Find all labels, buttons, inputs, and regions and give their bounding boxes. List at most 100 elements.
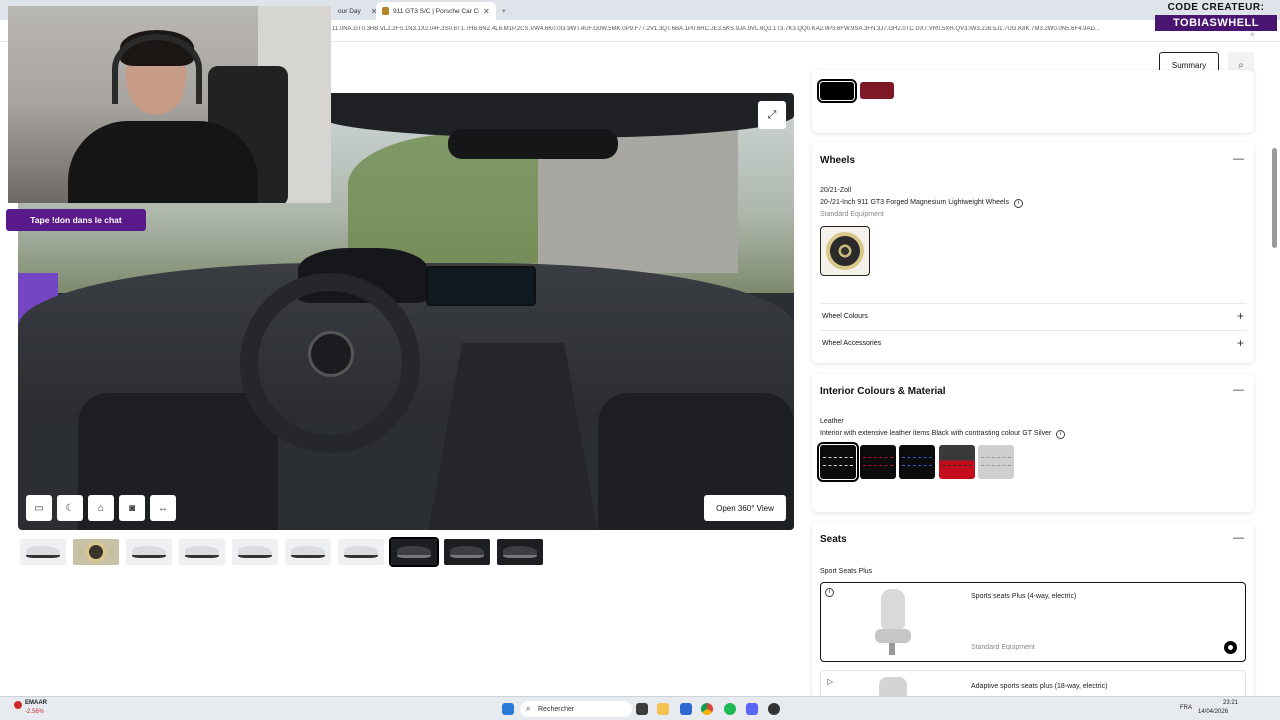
thumbnail[interactable] bbox=[179, 539, 225, 565]
seats-card: Seats — Sport Seats Plus i Sports seats … bbox=[812, 522, 1254, 710]
task-view-icon[interactable] bbox=[636, 703, 648, 715]
selected-radio-icon[interactable] bbox=[1224, 641, 1237, 654]
interior-swatch-grey[interactable] bbox=[978, 445, 1014, 479]
thumbnail[interactable] bbox=[126, 539, 172, 565]
colour-swatch[interactable] bbox=[817, 79, 857, 103]
plus-icon[interactable]: + bbox=[1237, 336, 1244, 350]
info-icon[interactable]: i bbox=[1013, 199, 1023, 208]
play-icon[interactable]: ▷ bbox=[827, 677, 833, 686]
discord-icon[interactable] bbox=[746, 703, 758, 715]
creator-code-overlay: CODE CREATEUR: TOBIASWHELL bbox=[1155, 2, 1277, 36]
wheels-card: Wheels — 20/21-Zoll 20-/21-Inch 911 GT3 … bbox=[812, 143, 1254, 363]
mail-icon[interactable] bbox=[680, 703, 692, 715]
expand-button[interactable]: ⤢ bbox=[758, 101, 786, 129]
section-title: Interior Colours & Material bbox=[820, 386, 946, 397]
wheel-option[interactable] bbox=[820, 226, 870, 276]
creator-code-label: CODE CREATEUR: bbox=[1167, 2, 1265, 13]
interior-swatch-red-black[interactable] bbox=[938, 445, 975, 479]
clock-time[interactable]: 23:21 bbox=[1212, 700, 1238, 706]
stitch-line bbox=[823, 465, 853, 466]
car-image bbox=[344, 546, 378, 558]
clock-date[interactable]: 14/04/2026 bbox=[1198, 709, 1228, 715]
tab-porsche-configurator[interactable]: 911 GT3 S/C | Porsche Car Conf ✕ bbox=[376, 2, 496, 20]
camera-icon: ◙ bbox=[128, 502, 136, 514]
file-explorer-icon[interactable] bbox=[657, 703, 669, 715]
language-indicator[interactable]: FRA bbox=[1180, 705, 1192, 711]
car-image bbox=[238, 546, 272, 558]
windows-start-icon[interactable] bbox=[502, 703, 514, 715]
stitch-line bbox=[981, 457, 1011, 458]
stitch-line bbox=[981, 465, 1011, 466]
thumbnail[interactable] bbox=[338, 539, 384, 565]
info-icon[interactable]: i bbox=[825, 588, 834, 597]
chat-command-badge: Tape !don dans le chat bbox=[6, 209, 146, 231]
search-placeholder: Rechercher bbox=[538, 705, 575, 713]
landscape-button[interactable]: ▭ bbox=[26, 495, 52, 521]
stitch-line bbox=[862, 465, 893, 466]
stitch-line bbox=[902, 457, 932, 458]
thumbnail[interactable] bbox=[497, 539, 543, 565]
interior-image bbox=[450, 546, 484, 558]
interior-swatch-black-blue[interactable] bbox=[899, 445, 935, 479]
wheel-size-label: 20/21-Zoll bbox=[820, 187, 852, 194]
wheel-accessories-row[interactable]: Wheel Accessories + bbox=[820, 330, 1246, 356]
thumbnail[interactable] bbox=[73, 539, 119, 565]
interior-swatch-black-red[interactable] bbox=[859, 445, 896, 479]
minus-icon[interactable]: — bbox=[1233, 384, 1244, 396]
plus-icon[interactable]: + bbox=[1237, 309, 1244, 323]
info-icon[interactable]: i bbox=[1056, 430, 1066, 439]
rearview-mirror bbox=[448, 129, 618, 159]
colour-swatch[interactable] bbox=[860, 82, 894, 99]
interior-image bbox=[397, 546, 431, 558]
search-icon: ⌕ bbox=[1238, 59, 1244, 71]
section-title: Seats bbox=[820, 534, 847, 545]
windows-taskbar: EMAAR -2.56% ⌕ Rechercher FRA 23:21 14/0… bbox=[0, 696, 1280, 720]
tab-label: our Day bbox=[338, 7, 361, 15]
thumbnail[interactable] bbox=[285, 539, 331, 565]
seat-image bbox=[871, 589, 915, 657]
headset bbox=[112, 34, 202, 104]
minus-icon[interactable]: — bbox=[1233, 532, 1244, 544]
stock-change: -2.56% bbox=[25, 709, 45, 715]
obs-icon[interactable] bbox=[768, 703, 780, 715]
infotainment-screen bbox=[426, 266, 536, 306]
open-360-view-button[interactable]: Open 360° View bbox=[704, 495, 786, 521]
material-label: Leather bbox=[820, 418, 844, 425]
exterior-colour-card bbox=[812, 70, 1254, 133]
seat-name: Adaptive sports seats plus (18-way, elec… bbox=[971, 683, 1108, 690]
steering-wheel-hub bbox=[308, 331, 354, 377]
wheel-colours-row[interactable]: Wheel Colours + bbox=[820, 303, 1246, 329]
stock-name[interactable]: EMAAR bbox=[25, 700, 47, 706]
stitch-line bbox=[823, 457, 853, 458]
night-mode-icon: ☾ bbox=[65, 502, 75, 514]
close-icon[interactable]: ✕ bbox=[483, 7, 490, 16]
night-mode-button[interactable]: ☾ bbox=[57, 495, 83, 521]
car-image bbox=[132, 546, 166, 558]
spotify-icon[interactable] bbox=[724, 703, 736, 715]
thumbnail[interactable] bbox=[232, 539, 278, 565]
thumbnail[interactable] bbox=[20, 539, 66, 565]
section-title: Wheels bbox=[820, 155, 856, 166]
thumbnail-selected[interactable] bbox=[389, 537, 439, 567]
car-image bbox=[291, 546, 325, 558]
porsche-favicon-icon bbox=[382, 7, 389, 15]
stitch-line bbox=[941, 457, 972, 458]
url-text[interactable]: 11.0NA.GT0.3HB.VL2.2FS.1N3.1X2.04F.3S0.8… bbox=[332, 26, 1162, 32]
row-label: Wheel Accessories bbox=[822, 340, 882, 347]
car-view-button[interactable]: ⌂ bbox=[88, 495, 114, 521]
car-image bbox=[185, 546, 219, 558]
camera-button[interactable]: ◙ bbox=[119, 495, 145, 521]
thumbnail[interactable] bbox=[444, 539, 490, 565]
interior-swatch-black-silver[interactable] bbox=[817, 442, 859, 482]
width-toggle-button[interactable]: ↔ bbox=[150, 495, 176, 521]
new-tab-button[interactable]: + bbox=[496, 2, 512, 20]
taskbar-search-input[interactable]: ⌕ Rechercher bbox=[520, 701, 632, 717]
seat-option-selected[interactable]: i Sports seats Plus (4-way, electric) St… bbox=[820, 582, 1246, 662]
page-scrollbar[interactable] bbox=[1272, 148, 1277, 248]
stock-alert-icon bbox=[14, 701, 22, 709]
seat-status: Standard Equipment bbox=[971, 644, 1035, 651]
landscape-icon: ▭ bbox=[34, 502, 44, 514]
expand-icon: ⤢ bbox=[767, 108, 777, 121]
chrome-icon[interactable] bbox=[701, 703, 713, 715]
minus-icon[interactable]: — bbox=[1233, 153, 1244, 165]
